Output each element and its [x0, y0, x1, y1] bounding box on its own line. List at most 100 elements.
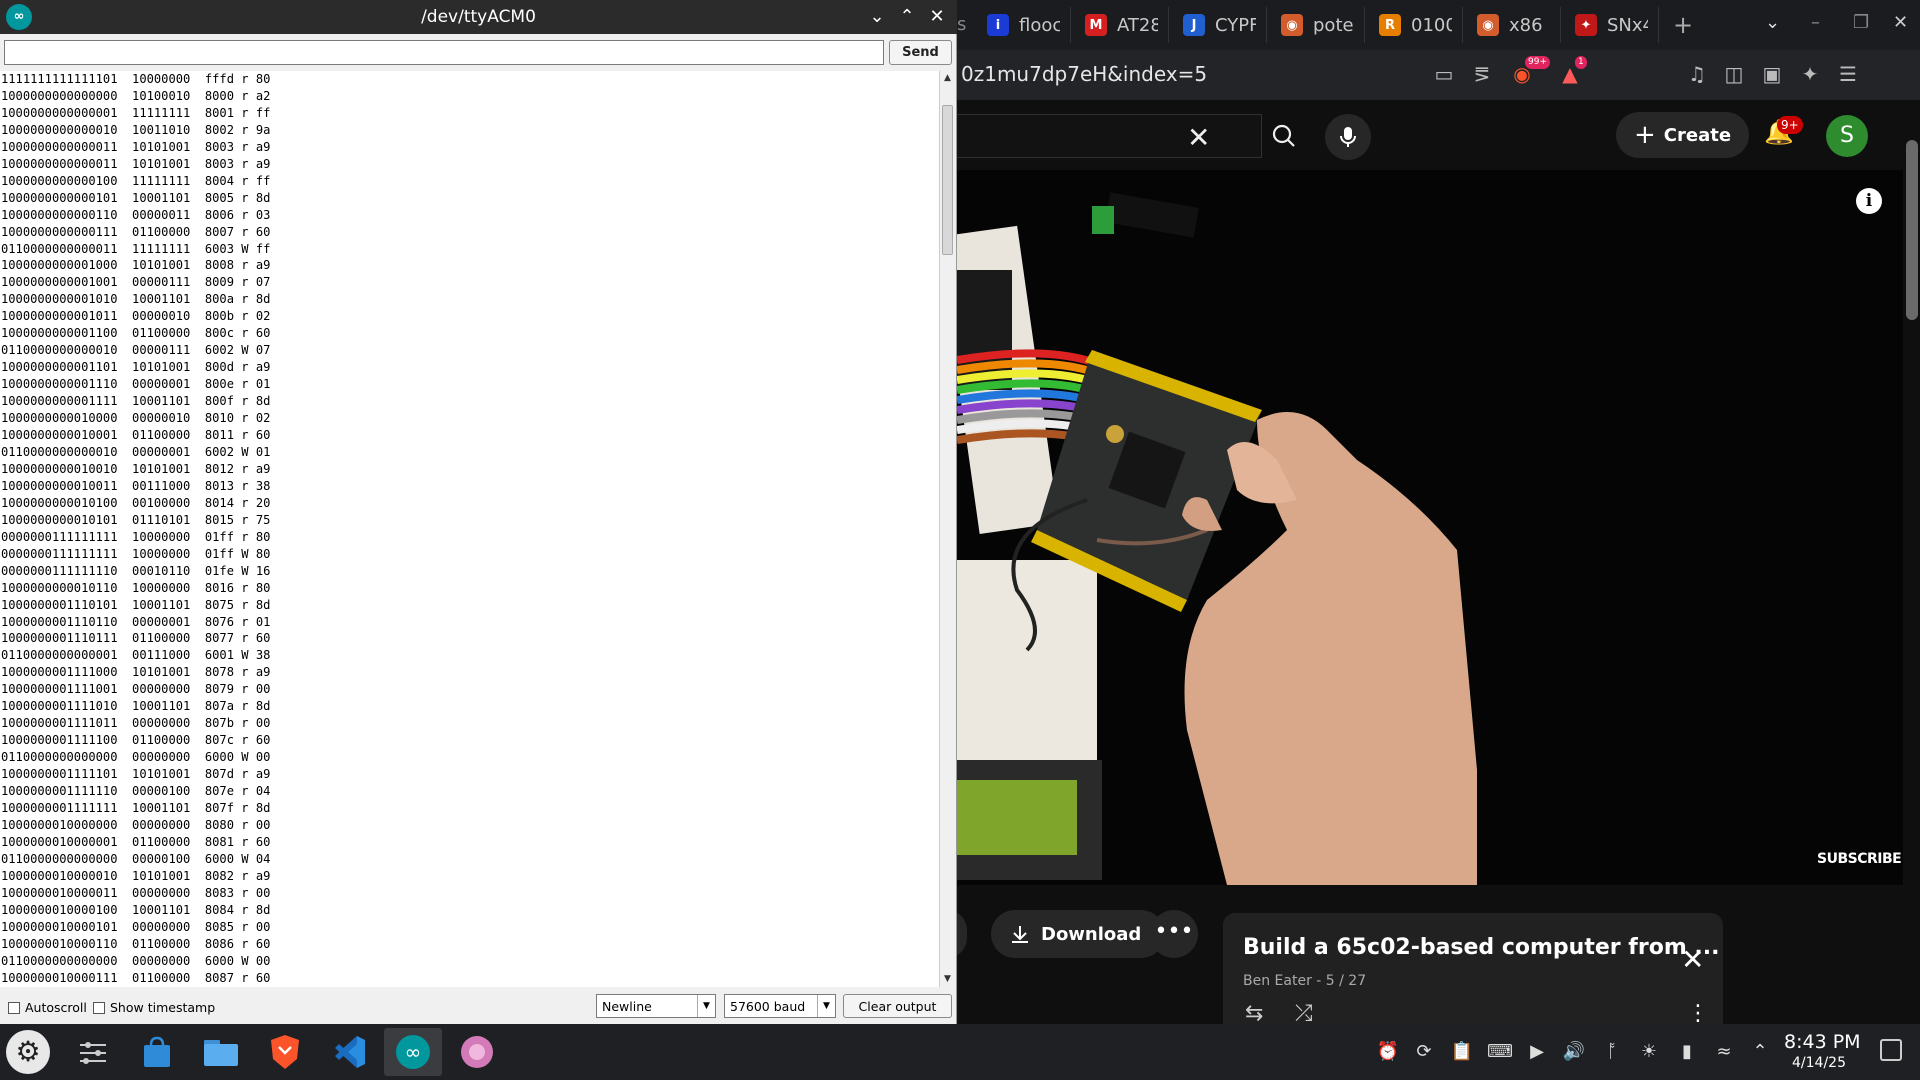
output-line: 0110000000000010 00000001 6002 W 01	[1, 444, 271, 459]
wifi-icon[interactable]: ≈	[1712, 1041, 1736, 1062]
output-line: 1000000001111110 00000100 807e r 04	[1, 784, 271, 799]
serial-output[interactable]: 1111111111111101 10000000 fffd r 80 10000…	[0, 71, 939, 987]
clear-search-icon[interactable]: ✕	[1187, 121, 1210, 154]
playlist-title[interactable]: Build a 65c02-based computer from ...	[1243, 935, 1719, 960]
shuffle-icon[interactable]: ⤮	[1295, 1001, 1313, 1024]
url-field[interactable]: 0z1mu7dp7eH&index=5	[961, 62, 1207, 86]
bluetooth-icon[interactable]: ᚩ	[1600, 1041, 1624, 1062]
send-button[interactable]: Send	[889, 40, 952, 65]
maximize-icon[interactable]: ⌃	[896, 6, 918, 27]
leo-icon[interactable]: ✦	[1797, 61, 1823, 87]
browser-tab[interactable]: ✦ SNx4	[1565, 7, 1659, 43]
output-line: 1000000010000011 00000000 8083 r 00	[1, 885, 271, 900]
chevron-up-icon[interactable]: ⌃	[1748, 1041, 1772, 1062]
media-icon[interactable]: ♫	[1684, 61, 1710, 87]
share-button-partial[interactable]	[957, 910, 967, 958]
close-icon[interactable]: ✕	[926, 6, 948, 27]
browser-tab[interactable]: ◉ pote	[1271, 7, 1365, 43]
search-button[interactable]	[1262, 114, 1306, 158]
software-store-icon[interactable]	[128, 1028, 186, 1076]
video-player[interactable]: i SUBSCRIBE	[957, 170, 1903, 885]
output-line: 1000000000000100 11111111 8004 r ff	[1, 173, 271, 188]
more-actions-button[interactable]: •••	[1150, 910, 1198, 958]
download-button[interactable]: Download	[991, 910, 1166, 958]
cast-icon[interactable]: ▭	[1431, 61, 1457, 87]
line-ending-select[interactable]: Newline ▼	[596, 994, 716, 1018]
minimize-icon[interactable]: ⌄	[866, 6, 888, 27]
autoscroll-checkbox[interactable]: Autoscroll	[8, 1000, 87, 1015]
browser-tab[interactable]: i flooc	[977, 7, 1071, 43]
page-scrollbar-thumb[interactable]	[1906, 140, 1918, 320]
volume-icon[interactable]: 🔊	[1562, 1041, 1586, 1062]
sidebar-icon[interactable]: ◫	[1721, 61, 1747, 87]
checkbox-box[interactable]	[93, 1001, 105, 1014]
search-input[interactable]: ✕	[957, 114, 1262, 158]
playlist-menu-icon[interactable]: ⋮	[1687, 1001, 1709, 1024]
media-app-icon[interactable]	[448, 1028, 506, 1076]
keyboard-icon[interactable]: ⌨	[1487, 1041, 1513, 1062]
browser-tab[interactable]: ◉ x86 I	[1467, 7, 1561, 43]
brightness-icon[interactable]: ☀	[1637, 1041, 1661, 1062]
update-icon[interactable]: ⟳	[1412, 1041, 1436, 1062]
wallet-icon[interactable]: ▣	[1759, 61, 1785, 87]
browser-tab[interactable]: R 0100	[1369, 7, 1463, 43]
system-settings-icon[interactable]	[64, 1028, 122, 1076]
output-line: 0110000000000000 00000100 6000 W 04	[1, 851, 271, 866]
file-manager-icon[interactable]	[192, 1028, 250, 1076]
menu-icon[interactable]: ☰	[1835, 61, 1861, 87]
create-button[interactable]: + Create	[1616, 112, 1750, 158]
voice-search-button[interactable]	[1325, 114, 1371, 160]
output-line: 0000000111111111 10000000 01ff W 80	[1, 546, 271, 561]
output-scrollbar-thumb[interactable]	[942, 105, 953, 255]
brave-browser-icon[interactable]	[256, 1028, 314, 1076]
close-playlist-icon[interactable]: ✕	[1681, 943, 1704, 976]
browser-tab-label: CYPF	[1215, 14, 1256, 36]
clock-date[interactable]: 4/14/25	[1792, 1055, 1846, 1071]
info-icon[interactable]: i	[1856, 188, 1882, 214]
clear-output-button[interactable]: Clear output	[843, 994, 952, 1018]
browser-window: s ifloocMAT28JCYPF◉poteR0100◉x86 I✦SNx4+…	[957, 0, 1920, 1024]
arduino-ide-icon[interactable]: ∞	[384, 1028, 442, 1076]
title-bar[interactable]: ∞ /dev/ttyACM0 ⌄ ⌃ ✕	[0, 0, 957, 34]
output-line: 1000000000000110 00000011 8006 r 03	[1, 207, 271, 222]
output-line: 1000000000010000 00000010 8010 r 02	[1, 411, 271, 426]
browser-tab[interactable]: J CYPF	[1173, 7, 1267, 43]
output-line: 0110000000000000 00000000 6000 W 00	[1, 750, 271, 765]
baud-select[interactable]: 57600 baud ▼	[724, 994, 836, 1018]
browser-tab-label: flooc	[1019, 14, 1060, 36]
tab-list-button[interactable]: ⌄	[1765, 12, 1780, 33]
new-tab-button[interactable]: +	[1663, 11, 1703, 39]
window-title: /dev/ttyACM0	[421, 7, 536, 27]
serial-monitor-window: ∞ /dev/ttyACM0 ⌄ ⌃ ✕ Send 11111111111111…	[0, 0, 957, 1024]
output-line: 1000000001111101 10101001 807d r a9	[1, 767, 271, 782]
media-player-icon[interactable]: ▶	[1525, 1041, 1549, 1062]
vscode-icon[interactable]	[320, 1028, 378, 1076]
timestamp-checkbox[interactable]: Show timestamp	[93, 1000, 215, 1015]
browser-tab[interactable]: M AT28	[1075, 7, 1169, 43]
avatar[interactable]: S	[1826, 115, 1868, 157]
tab-fragment[interactable]: s	[957, 7, 977, 43]
r-icon: R	[1379, 14, 1401, 36]
minimize-icon[interactable]: –	[1811, 12, 1820, 33]
output-line: 1000000000010011 00111000 8013 r 38	[1, 478, 271, 493]
maximize-icon[interactable]: ❐	[1853, 12, 1869, 33]
clock-time[interactable]: 8:43 PM	[1784, 1031, 1861, 1053]
playlist-subtitle[interactable]: Ben Eater - 5 / 27	[1243, 973, 1366, 989]
output-line: 1000000010000100 10001101 8084 r 8d	[1, 902, 271, 917]
loop-icon[interactable]: ⇆	[1245, 1001, 1263, 1024]
checkbox-box[interactable]	[8, 1001, 20, 1014]
search-icon	[1272, 124, 1295, 147]
subscribe-watermark[interactable]: SUBSCRIBE	[1817, 851, 1902, 867]
share-icon[interactable]: ⪚	[1469, 61, 1495, 87]
clipboard-icon[interactable]: 📋	[1450, 1041, 1474, 1062]
scroll-down-icon[interactable]: ▼	[940, 972, 955, 987]
battery-icon[interactable]: ▮	[1675, 1041, 1699, 1062]
send-input[interactable]	[4, 40, 884, 65]
scroll-up-icon[interactable]: ▲	[940, 71, 955, 86]
close-icon[interactable]: ✕	[1893, 12, 1908, 33]
show-desktop-icon[interactable]	[1880, 1039, 1902, 1061]
app-launcher-icon[interactable]: ⚙	[6, 1030, 50, 1074]
output-scrollbar[interactable]: ▲ ▼	[939, 71, 954, 987]
output-line: 0000000111111111 10000000 01ff r 80	[1, 529, 271, 544]
alarm-icon[interactable]: ⏰	[1376, 1041, 1400, 1062]
